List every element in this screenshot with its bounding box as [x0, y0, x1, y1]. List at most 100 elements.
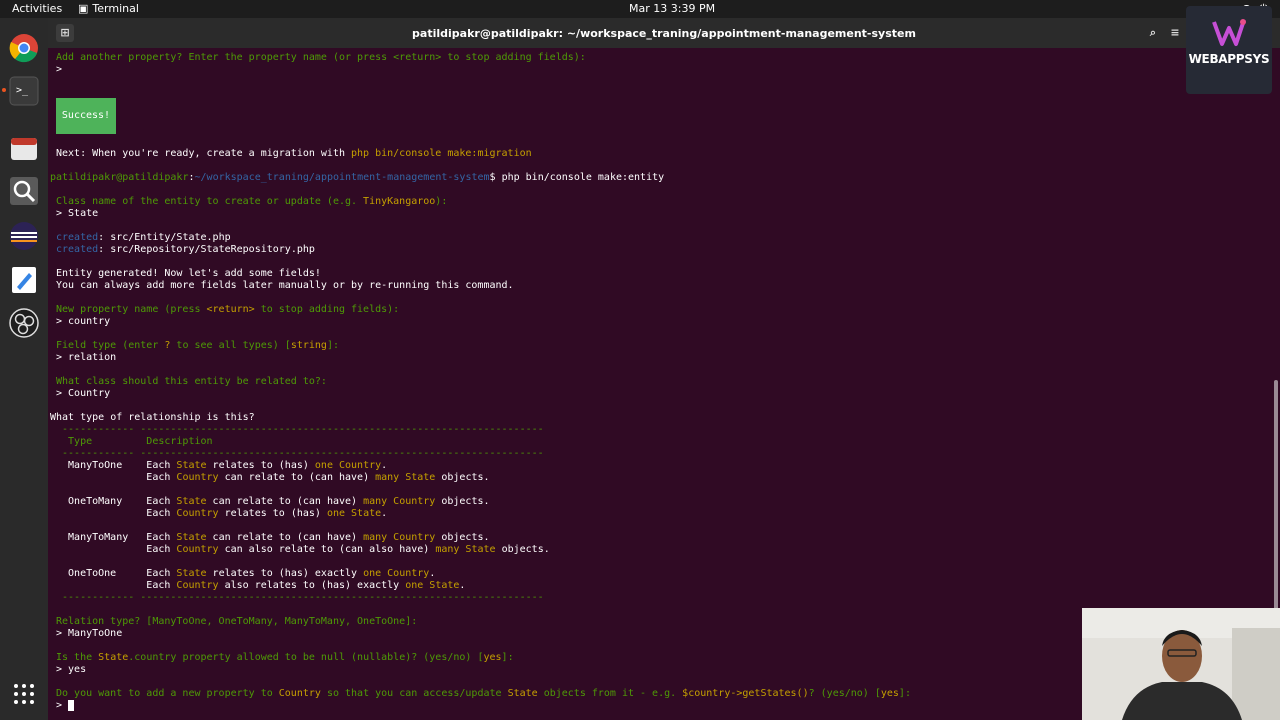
terminal-text: What type of relationship is this?: [50, 412, 255, 423]
terminal-text: > ManyToOne: [56, 628, 123, 639]
success-banner: Success!: [56, 98, 116, 134]
terminal-text: to see all types) [: [170, 340, 291, 351]
webcam-overlay: [1082, 608, 1280, 720]
terminal-text: >: [56, 64, 69, 75]
terminal-text: You can always add more fields later man…: [56, 280, 514, 291]
files-icon[interactable]: [7, 131, 41, 165]
terminal-text: Country: [176, 580, 219, 591]
terminal-text: php bin/console make:migration: [351, 148, 532, 159]
terminal-text: relates to (has): [206, 460, 315, 471]
terminal-text: to stop adding fields):: [254, 304, 400, 315]
terminal-text: many Country: [363, 496, 436, 507]
terminal-text: objects.: [435, 496, 490, 507]
active-indicator: [2, 88, 6, 92]
top-bar: Activities ▣ Terminal Mar 13 3:39 PM ● ⏻: [0, 0, 1280, 18]
terminal-text: Class name of the entity to create or up…: [56, 196, 364, 207]
terminal-text: objects.: [495, 544, 550, 555]
text-cursor[interactable]: [68, 700, 75, 711]
terminal-text: Do you want to add a new property to: [56, 688, 279, 699]
app-menu[interactable]: ▣ Terminal: [78, 2, 139, 15]
terminal-text: ):: [435, 196, 448, 207]
terminal-text: > country: [56, 316, 111, 327]
terminal-text: Add another property? Enter the property…: [56, 52, 586, 63]
terminal-text: Type Description: [56, 436, 213, 447]
terminal-text: relates to (has) exactly: [206, 568, 364, 579]
terminal-text: can relate to (can have): [218, 472, 376, 483]
terminal-text: .: [381, 508, 388, 519]
terminal-text: > Country: [56, 388, 111, 399]
terminal-text: can also relate to (can also have): [218, 544, 436, 555]
terminal-text: created: [56, 244, 99, 255]
hamburger-menu-icon[interactable]: ≡: [1166, 24, 1184, 42]
terminal-text: TinyKangaroo: [363, 196, 436, 207]
terminal-text: State: [176, 568, 207, 579]
app-grid-icon[interactable]: [7, 677, 41, 711]
terminal-text: ~/workspace_traning/appointment-manageme…: [194, 172, 490, 183]
watermark-logo: WEBAPPSYS: [1186, 6, 1272, 94]
terminal-text: many Country: [363, 532, 436, 543]
terminal-line: New property name (press <return> to sto…: [56, 304, 399, 316]
terminal-line: Each Country can also relate to (can als…: [56, 544, 550, 556]
terminal-text: .: [429, 568, 436, 579]
terminal-text: What class should this entity be related…: [56, 376, 327, 387]
terminal-text: : src/Repository/StateRepository.php: [98, 244, 315, 255]
terminal-line: Class name of the entity to create or up…: [56, 196, 447, 208]
terminal-text: created: [56, 232, 99, 243]
terminal-text: ]:: [326, 340, 339, 351]
text-editor-icon[interactable]: [7, 263, 41, 297]
terminal-line: Field type (enter ? to see all types) [s…: [56, 340, 339, 352]
terminal-text: yes: [880, 688, 899, 699]
terminal-icon[interactable]: >_: [7, 74, 41, 108]
terminal-text: yes: [483, 652, 502, 663]
clock[interactable]: Mar 13 3:39 PM: [629, 2, 715, 15]
terminal-line: Next: When you're ready, create a migrat…: [56, 148, 532, 160]
terminal-text: ------------ ---------------------------…: [56, 592, 544, 603]
window-titlebar[interactable]: ⊞ patildipakr@patildipakr: ~/workspace_t…: [48, 18, 1280, 48]
terminal-text: objects.: [435, 532, 490, 543]
terminal-text: many State: [375, 472, 436, 483]
terminal-text: >: [56, 700, 69, 711]
terminal-text: ManyToOne Each: [56, 460, 177, 471]
terminal-line: >: [56, 700, 75, 712]
search-app-icon[interactable]: [7, 174, 41, 208]
eclipse-icon[interactable]: [7, 219, 41, 253]
terminal-line: Each Country can relate to (can have) ma…: [56, 472, 490, 484]
terminal-text: New property name (press: [56, 304, 207, 315]
terminal-text: .: [381, 460, 388, 471]
terminal-line: What class should this entity be related…: [56, 376, 327, 388]
terminal-text: Each: [56, 472, 177, 483]
terminal-line: OneToMany Each State can relate to (can …: [56, 496, 490, 508]
terminal-text: Field type (enter: [56, 340, 165, 351]
terminal-line: ManyToMany Each State can relate to (can…: [56, 532, 490, 544]
terminal-text: many State: [435, 544, 496, 555]
terminal-line: ------------ ---------------------------…: [56, 448, 544, 460]
chrome-icon[interactable]: [7, 31, 41, 65]
terminal-line: Is the State.country property allowed to…: [56, 652, 514, 664]
activities-button[interactable]: Activities: [12, 2, 62, 15]
terminal-line: > relation: [56, 352, 116, 364]
terminal-line: > Country: [56, 388, 110, 400]
search-icon[interactable]: ⌕: [1144, 24, 1162, 42]
terminal-line: ManyToOne Each State relates to (has) on…: [56, 460, 387, 472]
terminal-text: Next: When you're ready, create a migrat…: [56, 148, 352, 159]
terminal-text: Country: [278, 688, 321, 699]
dock: >_: [0, 18, 48, 720]
terminal-line: Relation type? [ManyToOne, OneToMany, Ma…: [56, 616, 417, 628]
terminal-text: Each: [56, 580, 177, 591]
terminal-line: patildipakr@patildipakr:~/workspace_tran…: [50, 172, 664, 184]
terminal-text: string: [290, 340, 327, 351]
terminal-text: Entity generated! Now let's add some fie…: [56, 268, 321, 279]
terminal-text: OneToMany Each: [56, 496, 177, 507]
terminal-line: Entity generated! Now let's add some fie…: [56, 268, 321, 280]
obs-icon[interactable]: [7, 306, 41, 340]
svg-text:>_: >_: [16, 85, 29, 96]
terminal-line: Each Country relates to (has) one State.: [56, 508, 387, 520]
terminal-text: Country: [176, 508, 219, 519]
terminal-text: > relation: [56, 352, 117, 363]
terminal-line: What type of relationship is this?: [50, 412, 255, 424]
terminal-line: You can always add more fields later man…: [56, 280, 514, 292]
terminal-text: State: [176, 460, 207, 471]
terminal-text: $country->getStates(): [682, 688, 809, 699]
terminal-text: objects.: [435, 472, 490, 483]
terminal-text: OneToOne Each: [56, 568, 177, 579]
